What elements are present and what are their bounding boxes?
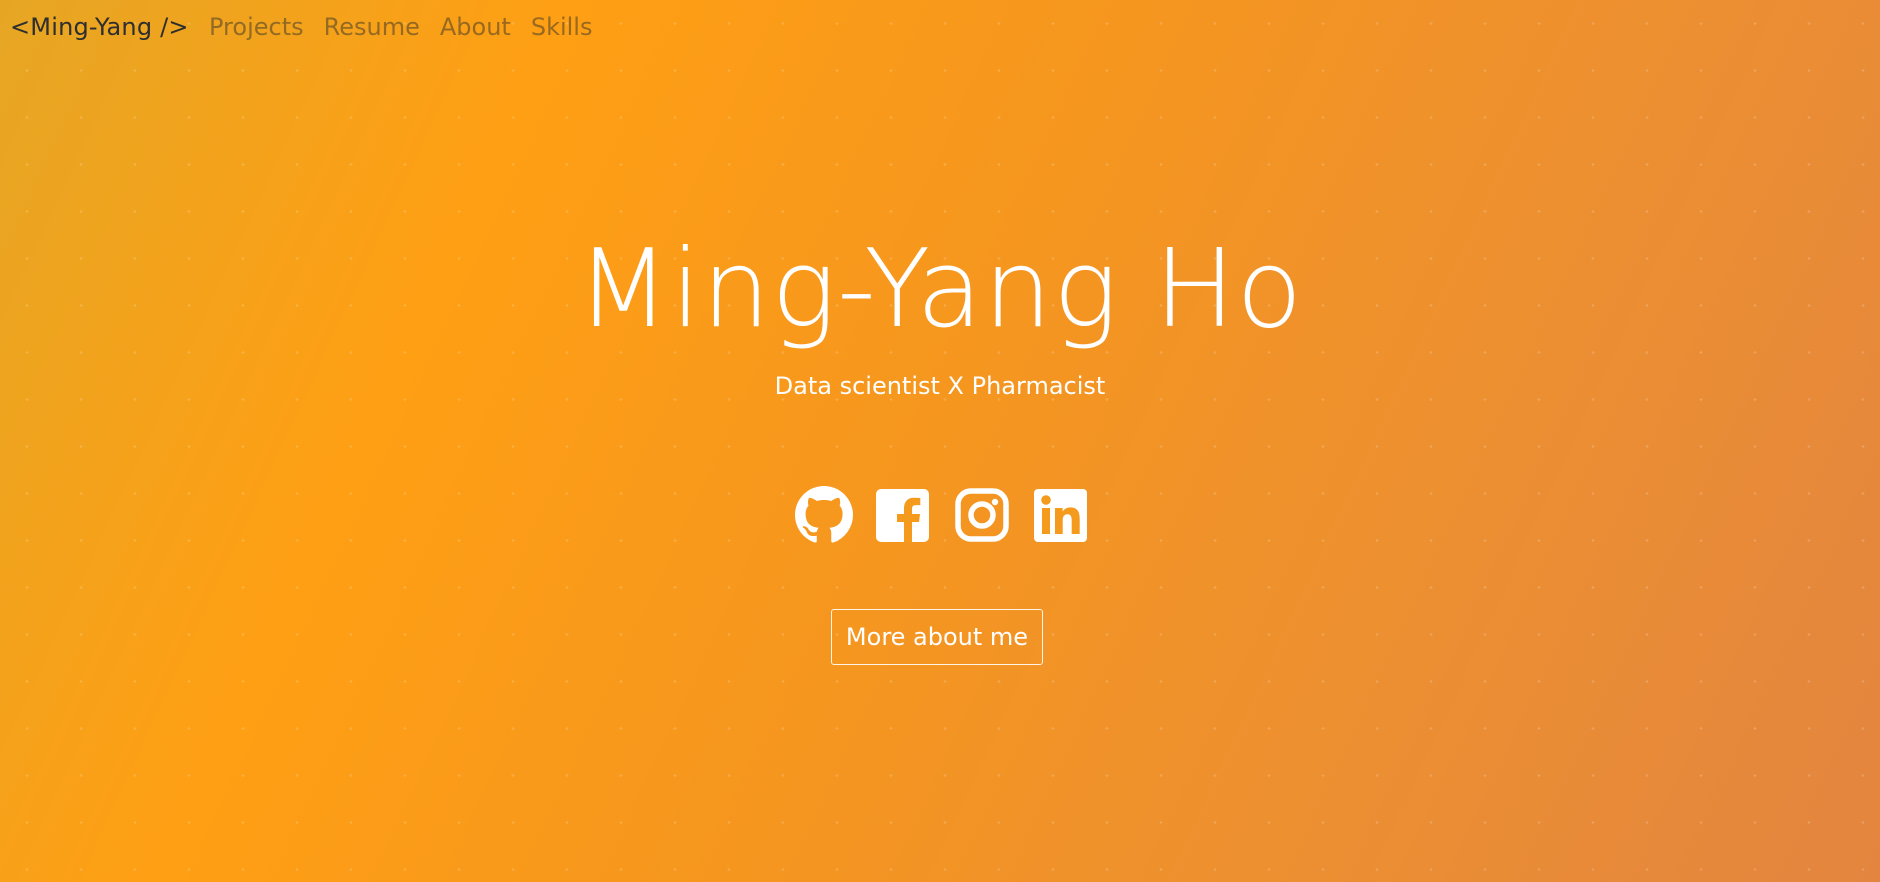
nav-link-resume[interactable]: Resume xyxy=(324,13,420,41)
facebook-link[interactable] xyxy=(874,486,932,544)
instagram-icon xyxy=(955,488,1009,542)
facebook-icon xyxy=(876,489,929,542)
nav-links: Projects Resume About Skills xyxy=(209,13,612,41)
github-link[interactable] xyxy=(795,486,853,544)
linkedin-icon xyxy=(1034,489,1087,542)
nav-link-about[interactable]: About xyxy=(440,13,511,41)
social-links xyxy=(795,486,1090,544)
top-navbar: <Ming-Yang /> Projects Resume About Skil… xyxy=(0,0,1880,58)
hero-title: Ming-Yang Ho xyxy=(576,227,1304,352)
nav-link-projects[interactable]: Projects xyxy=(209,13,304,41)
hero-subtitle: Data scientist X Pharmacist xyxy=(774,372,1106,400)
github-icon xyxy=(795,486,853,543)
more-about-me-button[interactable]: More about me xyxy=(831,609,1043,665)
linkedin-link[interactable] xyxy=(1032,486,1090,544)
nav-link-skills[interactable]: Skills xyxy=(531,13,593,41)
background-particles xyxy=(0,0,1880,882)
brand-logo[interactable]: <Ming-Yang /> xyxy=(10,13,189,41)
instagram-link[interactable] xyxy=(953,486,1011,544)
